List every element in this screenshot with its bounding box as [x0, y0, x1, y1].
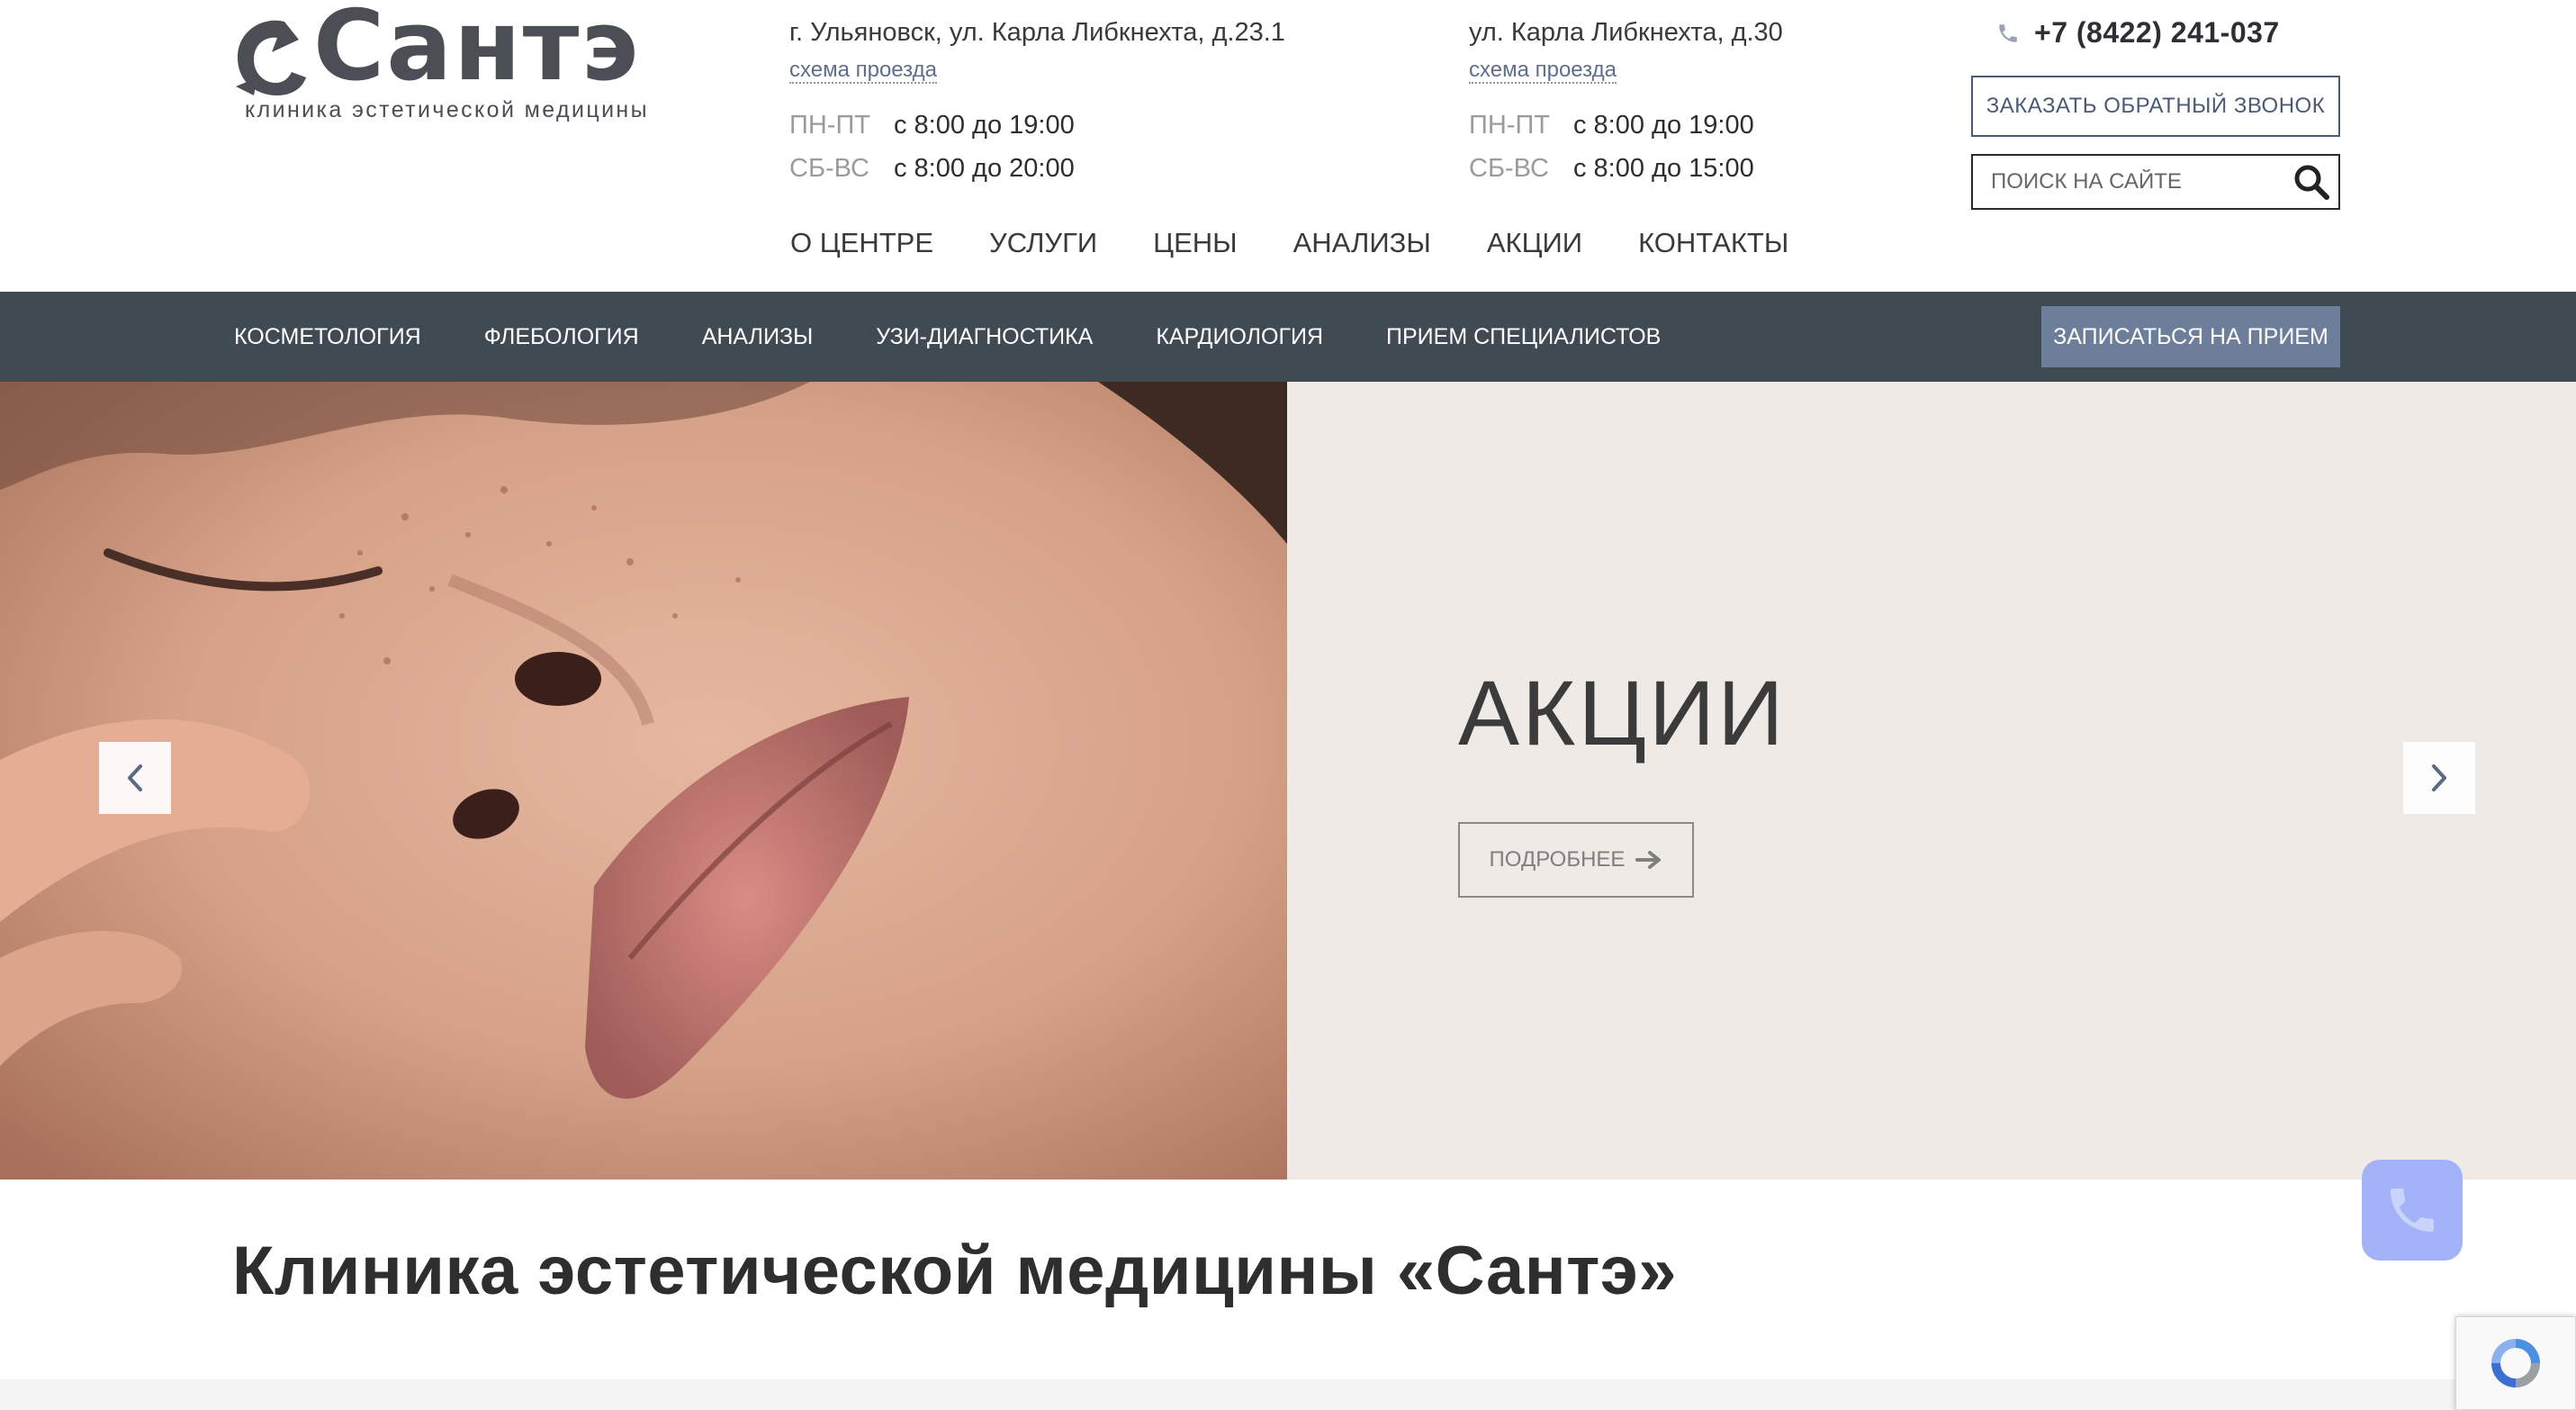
chevron-left-icon	[128, 764, 142, 791]
nav-contacts[interactable]: КОНТАКТЫ	[1638, 227, 1788, 259]
hours-days: ПН-ПТ	[1469, 110, 1551, 140]
nav-promotions[interactable]: АКЦИИ	[1487, 227, 1582, 259]
more-button-label: ПОДРОБНЕЕ	[1489, 847, 1626, 872]
map-link[interactable]: схема проезда	[1469, 58, 1617, 85]
address-block-1: г. Ульяновск, ул. Карла Либкнехта, д.23.…	[789, 18, 1285, 190]
hours-row: СБ-ВС с 8:00 до 15:00	[1469, 147, 1783, 190]
page-title: Клиника эстетической медицины «Сантэ»	[232, 1233, 1678, 1309]
slider-next-button[interactable]	[2403, 742, 2475, 814]
search-box	[1971, 154, 2340, 210]
address-street: г. Ульяновск, ул. Карла Либкнехта, д.23.…	[789, 18, 1285, 47]
recaptcha-badge[interactable]	[2455, 1316, 2576, 1410]
opening-hours: ПН-ПТ с 8:00 до 19:00 СБ-ВС с 8:00 до 15…	[1469, 104, 1783, 190]
phone-icon	[1999, 23, 2017, 42]
opening-hours: ПН-ПТ с 8:00 до 19:00 СБ-ВС с 8:00 до 20…	[789, 104, 1285, 190]
recaptcha-icon	[2491, 1339, 2540, 1387]
arrow-right-icon	[1635, 851, 1662, 869]
chevron-right-icon	[2432, 764, 2446, 791]
logo[interactable]: Сантэ клиника эстетической медицины	[232, 0, 655, 124]
search-input[interactable]	[1973, 156, 2284, 208]
callback-button[interactable]: ЗАКАЗАТЬ ОБРАТНЫЙ ЗВОНОК	[1971, 76, 2340, 137]
map-link[interactable]: схема проезда	[789, 58, 937, 85]
search-icon[interactable]	[2284, 156, 2338, 208]
site-header: Сантэ клиника эстетической медицины г. У…	[0, 0, 2576, 292]
hero-slider: АКЦИИ ПОДРОБНЕЕ	[0, 382, 2576, 1180]
section-divider	[0, 1379, 2576, 1410]
nav-services[interactable]: УСЛУГИ	[989, 227, 1097, 259]
category-phlebology[interactable]: ФЛЕБОЛОГИЯ	[484, 324, 639, 350]
hours-row: ПН-ПТ с 8:00 до 19:00	[789, 104, 1285, 147]
hours-time: с 8:00 до 19:00	[1573, 110, 1754, 140]
hours-row: ПН-ПТ с 8:00 до 19:00	[1469, 104, 1783, 147]
hours-row: СБ-ВС с 8:00 до 20:00	[789, 147, 1285, 190]
hours-time: с 8:00 до 15:00	[1573, 153, 1754, 183]
phone-contact[interactable]: +7 (8422) 241-037	[1996, 16, 2280, 50]
more-button[interactable]: ПОДРОБНЕЕ	[1458, 822, 1694, 898]
slider-prev-button[interactable]	[99, 742, 171, 814]
hours-days: СБ-ВС	[1469, 153, 1549, 183]
nav-prices[interactable]: ЦЕНЫ	[1153, 227, 1237, 259]
address-block-2: ул. Карла Либкнехта, д.30 схема проезда …	[1469, 18, 1783, 190]
main-nav: О ЦЕНТРЕ УСЛУГИ ЦЕНЫ АНАЛИЗЫ АКЦИИ КОНТА…	[790, 227, 1844, 259]
category-specialists[interactable]: ПРИЕМ СПЕЦИАЛИСТОВ	[1386, 324, 1661, 350]
category-ultrasound[interactable]: УЗИ-ДИАГНОСТИКА	[876, 324, 1093, 350]
hours-days: ПН-ПТ	[789, 110, 871, 140]
logo-mark-icon	[236, 20, 306, 95]
hero-title: АКЦИИ	[1458, 662, 1787, 764]
nav-tests[interactable]: АНАЛИЗЫ	[1293, 227, 1431, 259]
call-widget-button[interactable]	[2362, 1160, 2463, 1261]
category-tests[interactable]: АНАЛИЗЫ	[702, 324, 814, 350]
logo-name: Сантэ	[313, 0, 641, 103]
category-cardiology[interactable]: КАРДИОЛОГИЯ	[1156, 324, 1323, 350]
hero-image	[0, 382, 1287, 1180]
hours-days: СБ-ВС	[789, 153, 869, 183]
nav-about[interactable]: О ЦЕНТРЕ	[790, 227, 933, 259]
hours-time: с 8:00 до 19:00	[894, 110, 1075, 140]
category-nav-bar: КОСМЕТОЛОГИЯ ФЛЕБОЛОГИЯ АНАЛИЗЫ УЗИ-ДИАГ…	[0, 292, 2576, 382]
phone-handset-icon	[2391, 1189, 2434, 1232]
appointment-button[interactable]: ЗАПИСАТЬСЯ НА ПРИЕМ	[2041, 306, 2340, 367]
address-street: ул. Карла Либкнехта, д.30	[1469, 18, 1783, 47]
hours-time: с 8:00 до 20:00	[894, 153, 1075, 183]
category-cosmetology[interactable]: КОСМЕТОЛОГИЯ	[234, 324, 421, 350]
category-nav: КОСМЕТОЛОГИЯ ФЛЕБОЛОГИЯ АНАЛИЗЫ УЗИ-ДИАГ…	[234, 292, 1724, 382]
logo-tagline: клиника эстетической медицины	[245, 97, 650, 122]
phone-number[interactable]: +7 (8422) 241-037	[2034, 16, 2280, 50]
